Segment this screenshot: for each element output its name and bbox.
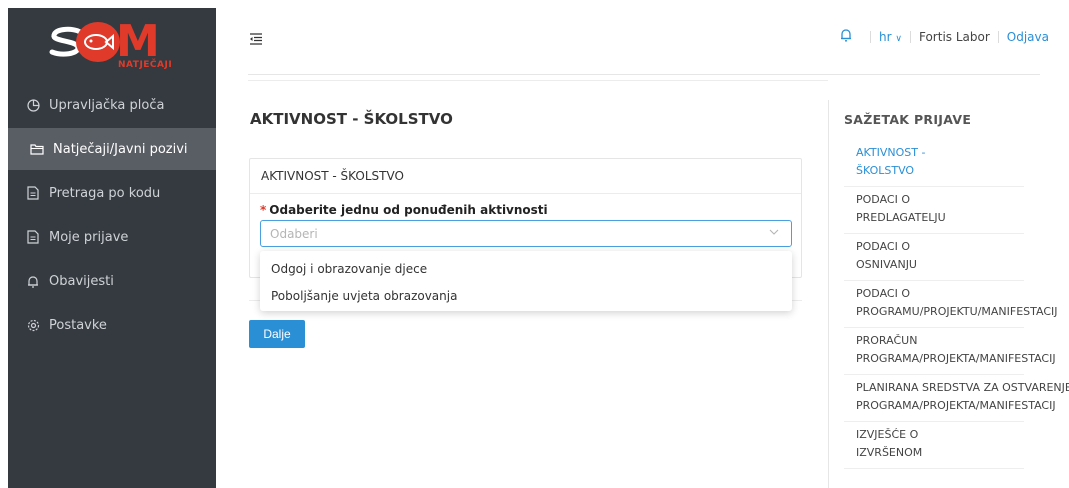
sidebar-item-my-applications[interactable]: Moje prijave <box>8 216 216 258</box>
language-label: hr <box>879 29 892 44</box>
notifications-bell-icon[interactable] <box>840 28 852 45</box>
header-divider <box>997 30 999 43</box>
sidebar: M NATJEČAJI Upravljačka ploča Natječaji/… <box>8 8 216 488</box>
summary-item-line: PODACI O <box>856 287 910 300</box>
menu-collapse-icon <box>250 33 262 45</box>
summary-item-line: PODACI O <box>856 240 910 253</box>
sidebar-item-label: Obavijesti <box>49 273 114 289</box>
summary-title: SAŽETAK PRIJAVE <box>844 112 972 127</box>
dropdown-option[interactable]: Poboljšanje uvjeta obrazovanja <box>260 282 792 309</box>
page-title: AKTIVNOST - ŠKOLSTVO <box>250 110 453 128</box>
sidebar-item-label: Upravljačka ploča <box>49 97 165 113</box>
summary-item-line: PRORAČUN <box>856 334 918 347</box>
summary-item-line: OSNIVANJU <box>856 258 917 271</box>
header-divider <box>909 30 911 43</box>
summary-item-proposer[interactable]: PODACI O PREDLAGATELJU <box>844 187 1024 234</box>
header-divider <box>870 30 872 43</box>
summary-item-report[interactable]: IZVJEŠĆE O IZVRŠENOM <box>844 422 1024 469</box>
dropdown-option[interactable]: Odgoj i obrazovanje djece <box>260 255 792 282</box>
summary-item-line: AKTIVNOST - <box>856 146 926 159</box>
header-divider-line <box>248 74 1040 75</box>
summary-item-line: IZVJEŠĆE O <box>856 428 919 441</box>
bell-icon <box>26 274 40 288</box>
field-label-text: Odaberite jednu od ponuđenih aktivnosti <box>269 203 548 217</box>
summary-item-line: IZVRŠENOM <box>856 446 923 459</box>
sidebar-item-settings[interactable]: Postavke <box>8 304 216 346</box>
summary-item-line: PROGRAMU/PROJEKTU/MANIFESTACIJ <box>856 305 1058 318</box>
summary-item-founding[interactable]: PODACI O OSNIVANJU <box>844 234 1024 281</box>
panel-header: AKTIVNOST - ŠKOLSTVO <box>250 159 801 194</box>
chevron-down-icon: ∨ <box>895 33 902 44</box>
select-placeholder: Odaberi <box>270 226 318 241</box>
logout-link[interactable]: Odjava <box>1007 30 1049 44</box>
content-top-line <box>248 80 828 81</box>
summary-item-line: PROGRAMA/PROJEKTA/MANIFESTACIJ <box>856 352 1056 365</box>
logo[interactable]: M NATJEČAJI <box>48 20 188 74</box>
language-select[interactable]: hr ∨ <box>879 30 902 44</box>
gear-icon <box>26 318 40 332</box>
summary-item-program[interactable]: PODACI O PROGRAMU/PROJEKTU/MANIFESTACIJ <box>844 281 1058 328</box>
logo-text: M <box>116 16 160 67</box>
header-user-area: hr ∨ Fortis Labor Odjava <box>840 28 1049 45</box>
summary-item-line: PODACI O <box>856 193 910 206</box>
document-icon <box>26 230 40 244</box>
sidebar-item-competitions[interactable]: Natječaji/Javni pozivi <box>8 128 216 170</box>
sidebar-item-label: Moje prijave <box>49 229 129 245</box>
next-button[interactable]: Dalje <box>249 320 305 348</box>
folder-icon <box>30 142 44 156</box>
dashboard-icon <box>26 98 40 112</box>
user-name[interactable]: Fortis Labor <box>919 30 990 44</box>
logo-subtitle: NATJEČAJI <box>118 60 173 70</box>
document-icon <box>26 186 40 200</box>
sidebar-item-label: Natječaji/Javni pozivi <box>53 141 188 157</box>
summary-item-activity[interactable]: AKTIVNOST - ŠKOLSTVO <box>844 140 1024 187</box>
sidebar-item-search-by-code[interactable]: Pretraga po kodu <box>8 172 216 214</box>
summary-divider <box>828 100 829 488</box>
logo-fish-icon <box>76 22 120 62</box>
sidebar-nav: Upravljačka ploča Natječaji/Javni pozivi… <box>8 84 216 348</box>
activity-field-label: * Odaberite jednu od ponuđenih aktivnosti <box>260 203 548 217</box>
summary-item-line: PROGRAMA/PROJEKTA/MANIFESTACIJ <box>856 399 1056 412</box>
summary-item-line: PREDLAGATELJU <box>856 211 946 224</box>
summary-item-line: ŠKOLSTVO <box>856 164 915 177</box>
chevron-down-icon <box>769 229 779 235</box>
menu-toggle-button[interactable] <box>249 30 263 49</box>
activity-select[interactable]: Odaberi <box>260 220 792 247</box>
summary-item-planned-funds[interactable]: PLANIRANA SREDSTVA ZA OSTVARENJE PROGRAM… <box>844 375 1069 422</box>
sidebar-item-label: Postavke <box>49 317 107 333</box>
sidebar-item-notifications[interactable]: Obavijesti <box>8 260 216 302</box>
activity-dropdown: Odgoj i obrazovanje djece Poboljšanje uv… <box>260 251 792 311</box>
required-marker: * <box>260 203 267 217</box>
summary-item-line: PLANIRANA SREDSTVA ZA OSTVARENJE <box>856 381 1069 394</box>
sidebar-item-label: Pretraga po kodu <box>49 185 161 201</box>
sidebar-item-dashboard[interactable]: Upravljačka ploča <box>8 84 216 126</box>
summary-item-budget[interactable]: PRORAČUN PROGRAMA/PROJEKTA/MANIFESTACIJ <box>844 328 1056 375</box>
summary-list: AKTIVNOST - ŠKOLSTVO PODACI O PREDLAGATE… <box>844 140 1069 469</box>
